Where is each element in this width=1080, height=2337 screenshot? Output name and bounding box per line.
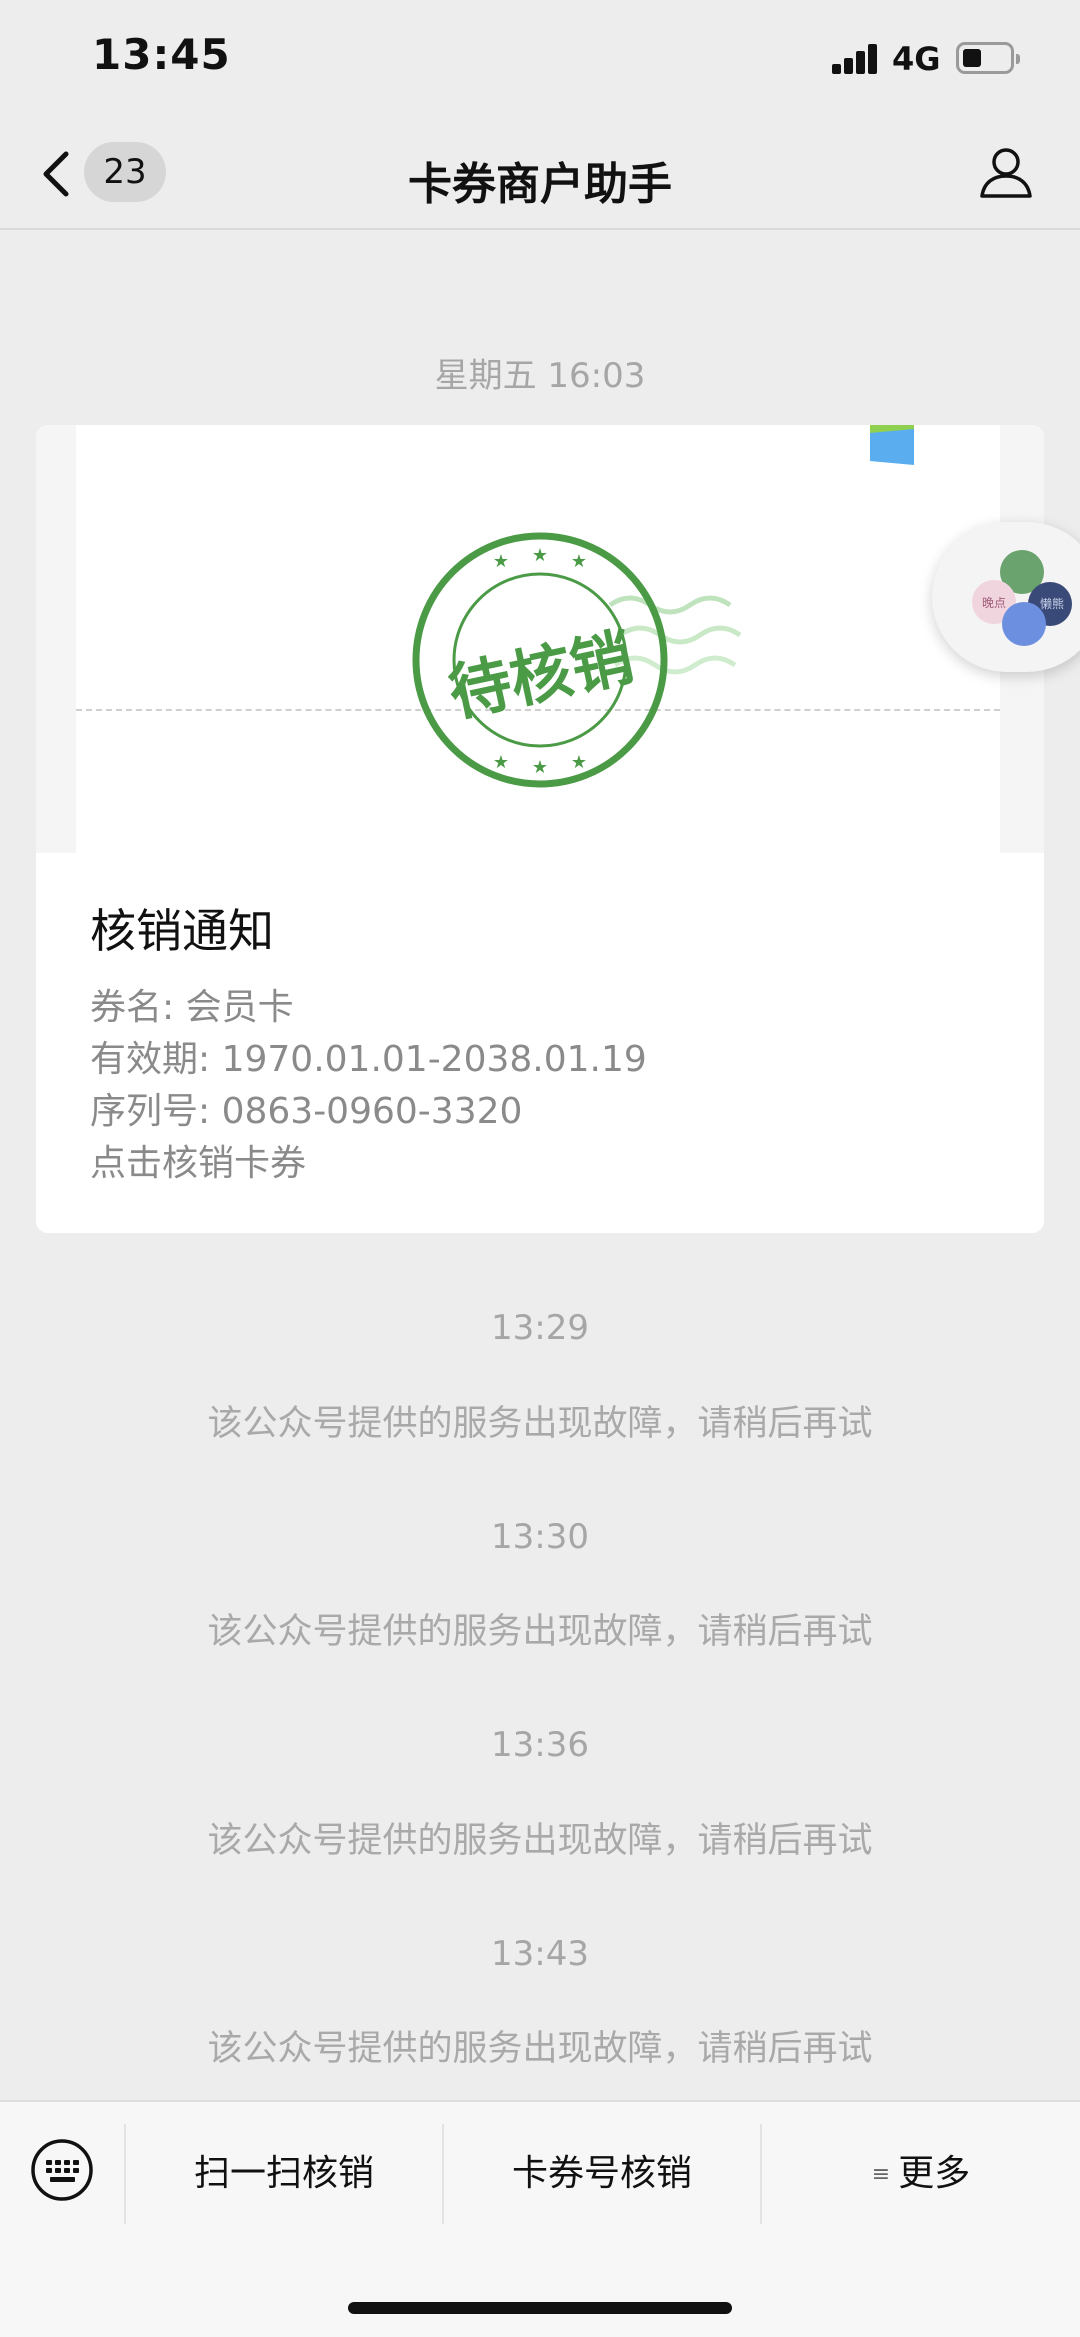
- keyboard-icon[interactable]: [30, 2138, 94, 2202]
- card-title: 核销通知: [90, 904, 274, 958]
- redeem-card-link[interactable]: 点击核销卡券: [90, 1134, 306, 1186]
- coupon-name: 券名: 会员卡: [90, 987, 294, 1028]
- bubble-label: 晚点: [982, 596, 1006, 610]
- corner-flag-icon: [868, 425, 916, 465]
- person-icon[interactable]: [978, 144, 1034, 200]
- message-timestamp: 星期五 16:03: [434, 356, 646, 396]
- more-menu-label: 更多: [898, 2153, 971, 2194]
- svg-text:★: ★: [571, 752, 587, 773]
- status-bar: 13:45 4G: [0, 0, 1080, 120]
- redemption-notice-card[interactable]: ★ ★ ★ ★ ★ ★ 待核销 核销通知 券名: 会员卡 有效期: 1970.0…: [36, 425, 1044, 1233]
- message-timestamp: 13:36: [491, 1725, 589, 1765]
- serial-number: 序列号: 0863-0960-3320: [90, 1091, 523, 1132]
- page-title: 卡券商户助手: [408, 159, 672, 210]
- svg-text:★: ★: [493, 752, 509, 773]
- card-number-redeem-button[interactable]: 卡券号核销: [444, 2124, 760, 2224]
- status-time: 13:45: [92, 30, 231, 79]
- svg-text:★: ★: [532, 757, 548, 778]
- svg-text:★: ★: [532, 545, 548, 566]
- battery-icon: [956, 42, 1020, 74]
- signal-icon: [832, 44, 878, 74]
- validity-period: 有效期: 1970.01.01-2038.01.19: [90, 1039, 647, 1080]
- bubble-label: 懒熊: [1040, 596, 1064, 611]
- network-type: 4G: [892, 40, 941, 78]
- system-message: 该公众号提供的服务出现故障，请稍后再试: [207, 1821, 873, 1861]
- chat-area[interactable]: 星期五 16:03 ★ ★ ★ ★ ★ ★ 待核销 核销通知 券名: 会员卡 有…: [0, 230, 1080, 2100]
- svg-text:★: ★: [571, 551, 587, 572]
- scan-redeem-button[interactable]: 扫一扫核销: [126, 2124, 442, 2224]
- pending-redemption-stamp: ★ ★ ★ ★ ★ ★ 待核销: [370, 525, 790, 795]
- system-message: 该公众号提供的服务出现故障，请稍后再试: [207, 1404, 873, 1444]
- card-banner: ★ ★ ★ ★ ★ ★ 待核销: [36, 425, 1044, 853]
- menu-lines-icon: ≡: [871, 2162, 891, 2187]
- system-message: 该公众号提供的服务出现故障，请稍后再试: [207, 1612, 873, 1652]
- system-message: 该公众号提供的服务出现故障，请稍后再试: [207, 2029, 873, 2069]
- svg-text:★: ★: [493, 551, 509, 572]
- message-timestamp: 13:43: [491, 1934, 589, 1974]
- nav-bar: 23 卡券商户助手: [0, 120, 1080, 230]
- message-timestamp: 13:30: [491, 1517, 589, 1557]
- mini-program-bubble-icon[interactable]: 晚点 懒熊: [932, 522, 1080, 672]
- more-menu-button[interactable]: ≡ 更多: [762, 2124, 1080, 2224]
- home-indicator[interactable]: [348, 2302, 732, 2314]
- message-timestamp: 13:29: [491, 1308, 589, 1348]
